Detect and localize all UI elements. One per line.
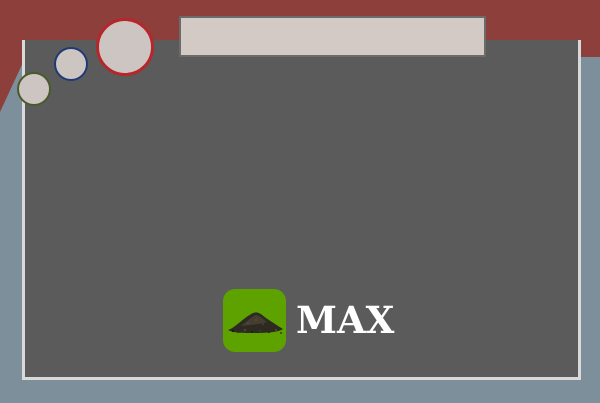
medium-circle-button[interactable] — [54, 47, 88, 81]
small-circle-button[interactable] — [17, 72, 51, 106]
app-window: MAX — [0, 0, 600, 403]
soil-pile-graphic — [227, 311, 283, 334]
brand-name: MAX — [296, 298, 395, 342]
address-bar-input[interactable] — [179, 16, 486, 57]
soil-pile-icon — [223, 289, 286, 352]
large-circle-button[interactable] — [96, 18, 154, 76]
brand-logo: MAX — [223, 289, 394, 352]
